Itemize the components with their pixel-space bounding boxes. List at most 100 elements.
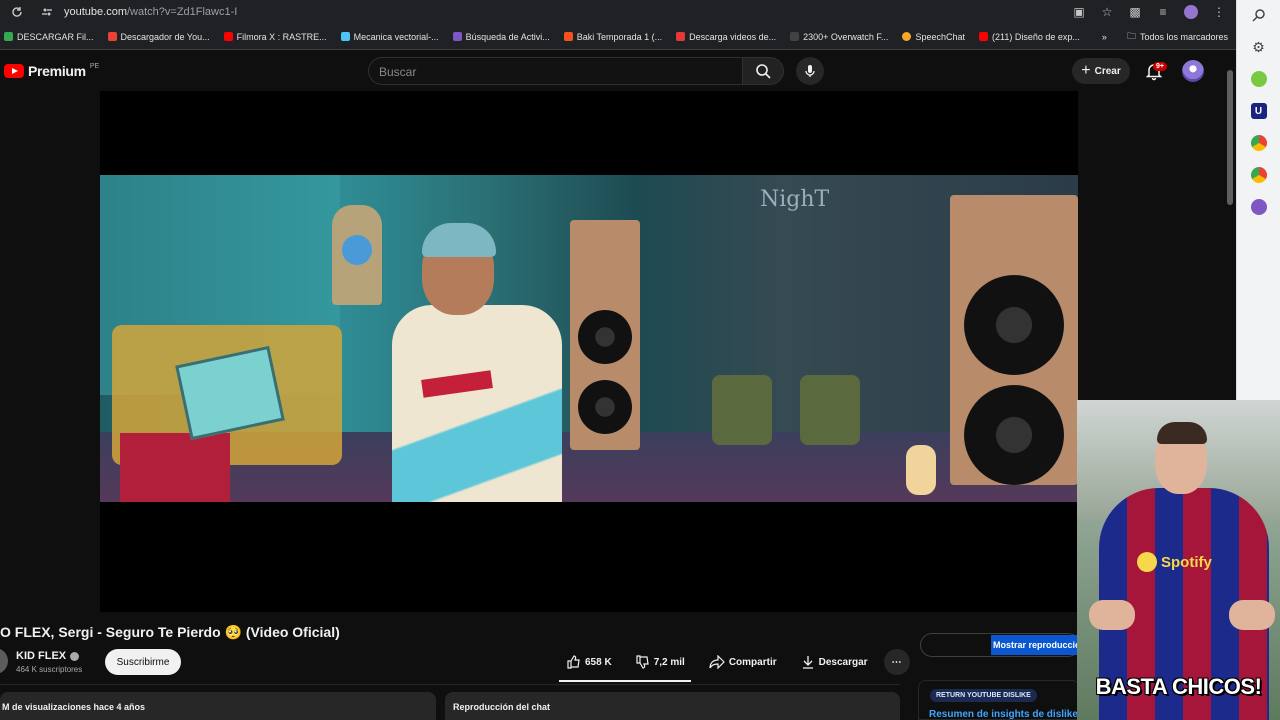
bookmark-favicon	[340, 32, 350, 41]
create-label: Crear	[1094, 65, 1121, 77]
video-title: O FLEX, Sergi - Seguro Te Pierdo 🥺 (Vide…	[0, 624, 340, 640]
microphone-icon	[805, 65, 815, 77]
download-button[interactable]: Descargar	[793, 649, 876, 675]
url-host: youtube.com	[64, 6, 127, 18]
scene-barrel	[712, 375, 772, 445]
extensions-icon[interactable]: ▩	[1126, 3, 1144, 21]
bookmarks-bar: DESCARGAR Fil... Descargador de You... F…	[0, 24, 1236, 50]
channel-avatar[interactable]	[0, 648, 8, 674]
sponsor-text: Spotify	[1161, 553, 1212, 571]
channel-name[interactable]: KID FLEX	[16, 650, 80, 662]
media-control-icon[interactable]: ≡	[1154, 3, 1172, 21]
singer	[362, 215, 577, 502]
divider	[0, 684, 900, 685]
download-icon	[802, 656, 813, 669]
url-path: /watch?v=Zd1Flawc1-I	[126, 6, 238, 18]
profile-icon[interactable]	[1182, 3, 1200, 21]
logo-text: Premium	[28, 63, 86, 79]
robot-mascot-body	[120, 433, 230, 502]
reload-icon[interactable]	[8, 3, 26, 21]
view-meta: M de visualizaciones hace 4 años	[2, 702, 146, 712]
search-button[interactable]	[742, 57, 784, 85]
bookmark-label: Descarga videos de...	[689, 31, 777, 42]
search-input[interactable]: Buscar	[368, 57, 742, 85]
bookmark-favicon	[452, 32, 462, 41]
bookmark-item[interactable]: Descargador de You...	[107, 31, 210, 42]
country-code: PE	[89, 62, 100, 70]
bookmark-favicon	[978, 32, 988, 41]
bookmark-label: (211) Diseño de exp...	[991, 31, 1080, 42]
url-field[interactable]: youtube.com/watch?v=Zd1Flawc1-I	[64, 6, 1070, 18]
more-bookmarks-icon[interactable]: »	[1102, 32, 1107, 42]
bookmark-item[interactable]: Búsqueda de Activi...	[452, 31, 550, 42]
bookmark-item[interactable]: Descarga videos de...	[676, 32, 776, 42]
video-actions: 658 K 7,2 mil Compartir Descargar ⋯	[559, 649, 910, 675]
jersey-sponsor: Spotify	[1137, 552, 1212, 572]
ryd-tag: RETURN YOUTUBE DISLIKE	[930, 689, 1037, 702]
notification-badge: 9+	[1153, 62, 1167, 71]
youtube-logo[interactable]: Premium PE	[4, 63, 99, 79]
account-avatar[interactable]	[1182, 60, 1204, 82]
bookmark-label: 2300+ Overwatch F...	[803, 31, 889, 42]
chrome-profile-icon[interactable]	[1248, 164, 1270, 186]
description-box[interactable]: M de visualizaciones hace 4 años	[0, 692, 436, 720]
bookmark-item[interactable]: (211) Diseño de exp...	[978, 31, 1080, 42]
singer-shirt	[392, 305, 562, 502]
speaker-cone	[964, 385, 1064, 485]
bookmark-label: SpeechChat	[915, 31, 965, 42]
search-icon[interactable]	[1248, 4, 1270, 26]
bookmark-item[interactable]: Mecanica vectorial-...	[340, 32, 439, 42]
browser-menu-icon[interactable]: ⋮	[1210, 3, 1228, 21]
page-scrollbar[interactable]	[1227, 70, 1233, 205]
plush-bear	[906, 445, 936, 495]
extension-u-icon[interactable]: U	[1248, 100, 1270, 122]
singer-beanie	[422, 223, 496, 257]
all-bookmarks-label: Todos los marcadores	[1139, 31, 1228, 42]
youtube-play-icon	[4, 64, 24, 78]
plus-icon: +	[1081, 62, 1091, 79]
like-count: 658 K	[585, 656, 612, 668]
bookmark-item[interactable]: Filmora X : RASTRE...	[223, 32, 327, 42]
all-bookmarks[interactable]: 🗀 Todos los marcadores	[1127, 29, 1228, 45]
search-icon	[756, 64, 771, 79]
voice-search-button[interactable]	[796, 57, 824, 85]
chat-replay-panel[interactable]: Reproducción del chat	[445, 692, 900, 720]
site-info-icon[interactable]	[38, 3, 56, 21]
bookmark-item[interactable]: DESCARGAR Fil...	[4, 32, 94, 42]
bookmark-favicon	[563, 32, 573, 41]
show-replay-button[interactable]: Mostrar reproducción	[991, 635, 1080, 655]
settings-gear-icon[interactable]: ⚙	[1248, 36, 1270, 58]
chrome-icon[interactable]	[1248, 132, 1270, 154]
download-label: Descargar	[818, 656, 868, 668]
bookmark-star-icon[interactable]: ☆	[1098, 3, 1116, 21]
more-actions-button[interactable]: ⋯	[883, 649, 910, 675]
bookmark-label: Baki Temporada 1 (...	[576, 31, 663, 42]
webcam-overlay: Spotify BASTA CHICOS!	[1077, 400, 1280, 720]
youtube-header: Premium PE Buscar + Crear 9+	[0, 51, 1227, 91]
subscribe-button[interactable]: Suscribirme	[105, 649, 181, 675]
install-app-icon[interactable]: ▣	[1070, 3, 1088, 21]
dislike-button[interactable]: 7,2 mil	[628, 649, 693, 675]
bookmark-item[interactable]: 2300+ Overwatch F...	[790, 32, 888, 42]
bookmark-item[interactable]: SpeechChat	[902, 32, 965, 42]
ryd-title[interactable]: Resumen de insights de dislikes	[929, 709, 1077, 720]
bookmark-label: Descargador de You...	[120, 31, 210, 42]
extension-purple-icon[interactable]	[1248, 196, 1270, 218]
bookmark-favicon	[676, 32, 686, 41]
extension-green-icon[interactable]	[1248, 68, 1270, 90]
video-frame: NighT	[100, 175, 1078, 502]
like-ratio-bar	[559, 680, 691, 682]
like-button[interactable]: 658 K	[559, 649, 620, 675]
bookmark-label: DESCARGAR Fil...	[17, 31, 94, 42]
share-button[interactable]: Compartir	[701, 649, 785, 675]
channel-name-text: KID FLEX	[16, 650, 67, 662]
chat-replay-label: Reproducción del chat	[453, 702, 551, 712]
bookmarks-end: » 🗀 Todos los marcadores	[1102, 29, 1228, 45]
browser-side-panel: ⚙ U	[1236, 0, 1280, 400]
address-actions: ▣ ☆ ▩ ≡ ⋮	[1070, 3, 1228, 21]
bookmark-item[interactable]: Baki Temporada 1 (...	[563, 31, 663, 42]
bookmark-label: Búsqueda de Activi...	[465, 31, 550, 42]
folder-icon: 🗀	[1126, 30, 1136, 41]
address-bar: youtube.com/watch?v=Zd1Flawc1-I ▣ ☆ ▩ ≡ …	[0, 0, 1236, 24]
create-button[interactable]: + Crear	[1072, 58, 1130, 84]
